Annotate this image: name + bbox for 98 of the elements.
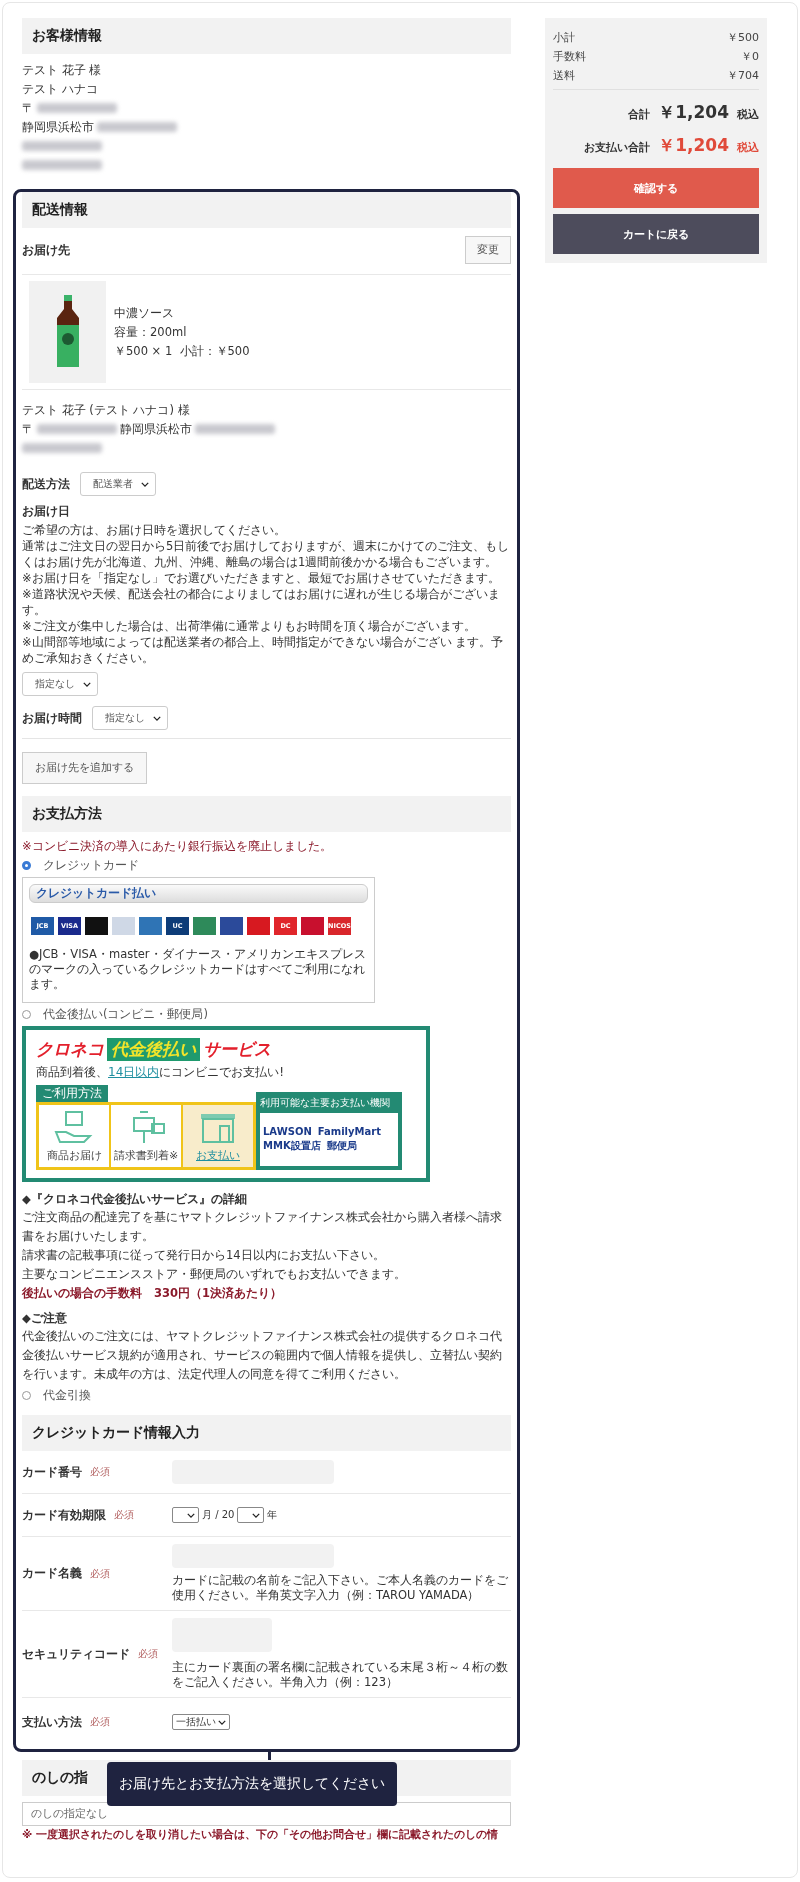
customer-info: テスト 花子 様	[22, 62, 102, 78]
recipient-info: 〒	[22, 421, 34, 437]
tax-label: 税込	[737, 141, 759, 155]
fee-text: 後払いの場合の手数料 330円（1決済あたり）	[22, 1285, 283, 1302]
year-select[interactable]	[237, 1507, 265, 1523]
notice-text: ※コンビニ決済の導入にあたり銀行振込を廃止しました。	[22, 839, 333, 854]
total-label: 合計	[628, 108, 651, 122]
summary-label: 手数料	[553, 49, 586, 65]
customer-info: 〒	[22, 100, 34, 116]
field-label: カード名義	[22, 1566, 82, 1581]
caution-heading: ◆ご注意	[22, 1310, 68, 1327]
delivery-note: ※お届け日を「指定なし」でお選びいただきますと、最短でお届けさせていただきます。	[22, 570, 501, 586]
field-label: 支払い方法	[22, 1714, 82, 1730]
product-price: ￥500 × 1 小計：￥500	[114, 343, 250, 359]
total-amount: ￥1,204	[658, 101, 729, 124]
institution-logo: LAWSON	[263, 1126, 312, 1137]
chevron-icon	[252, 1512, 261, 1518]
banner-brand: クロネコ	[36, 1038, 104, 1061]
radio-button[interactable]	[22, 1010, 31, 1019]
step-label: 商品お届け	[46, 1147, 102, 1163]
required-tag: 必須	[114, 1508, 134, 1522]
delivery-note: 通常はご注文日の翌日から5日前後でお届けしておりますが、週末にかけてのご注文、もしくはお届け先が北海道、九州、沖縄、離島の場合は1週間前後かかる場合もございます。	[22, 538, 511, 570]
field-hint: 主にカード裏面の署名欄に記載されている末尾３桁～４桁の数をご記入ください。半角入力（例：123）	[172, 1660, 509, 1690]
field-label: お届け日	[22, 504, 71, 519]
delivery-note: ※ご注文が集中した場合は、出荷準備に通常よりもお時間を頂く場合がございます。	[22, 618, 477, 634]
confirm-button[interactable]: 確認する	[553, 168, 759, 208]
customer-info: テスト ハナコ	[22, 81, 98, 97]
customer-info: 静岡県浜松市	[22, 119, 94, 135]
recipient-info: 静岡県浜松市	[120, 421, 192, 437]
banner-suffix: サービス	[203, 1038, 271, 1061]
summary-value: ￥704	[727, 68, 759, 84]
banner-service: 代金後払い	[107, 1038, 200, 1061]
change-button[interactable]: 変更	[465, 236, 511, 264]
chevron-icon	[83, 681, 91, 687]
panel-title-bar: クレジットカード払い	[29, 884, 368, 903]
back-to-cart-button[interactable]: カートに戻る	[553, 214, 759, 254]
delivery-note: ※道路状況や天候、配送会社の都合によりましてはお届けに遅れが生じる場合がございます。	[22, 586, 501, 618]
warning-text: ※ 一度選択されたのしを取り消したい場合は、下の「その他お問合せ」欄に記載されたのしの情	[22, 1828, 499, 1842]
step-label: お支払い	[196, 1147, 240, 1163]
installment-select[interactable]: 一括払い	[172, 1714, 230, 1730]
details-text: 請求書の記載事項に従って発行日から14日以内にお支払い下さい。	[22, 1247, 386, 1264]
payment-option-label[interactable]: 代金後払い(コンビニ・郵便局)	[43, 1007, 208, 1022]
details-text: ご注文商品の配達完了を基にヤマトクレジットファイナンス株式会社から購入者様へ請求書をお届けいたします。	[22, 1209, 503, 1245]
total-amount: ￥1,204	[658, 134, 729, 157]
required-tag: 必須	[90, 1715, 110, 1729]
institution-logo: FamilyMart	[317, 1126, 381, 1137]
required-tag: 必須	[90, 1465, 110, 1479]
chevron-icon	[153, 715, 161, 721]
field-label: セキュリティコード	[22, 1646, 130, 1662]
tooltip: お届け先とお支払方法を選択してください	[107, 1762, 397, 1806]
chevron-icon	[141, 481, 149, 487]
required-tag: 必須	[90, 1566, 110, 1581]
field-hint: カードに記載の名前をご記入下さい。ご本人名義のカードをご使用ください。半角英文字入力（例：TAROU YAMADA）	[172, 1573, 509, 1603]
tax-label: 税込	[737, 108, 759, 122]
summary-label: 送料	[553, 68, 575, 84]
product-volume: 容量：200ml	[114, 324, 188, 340]
delivery-note: ご希望の方は、お届け日時を選択してください。	[22, 522, 287, 538]
step-label: 請求書到着※	[113, 1147, 179, 1163]
required-tag: 必須	[138, 1647, 158, 1661]
details-heading: ◆『クロネコ代金後払いサービス』の詳細	[22, 1191, 248, 1208]
section-heading: お客様情報	[22, 18, 511, 54]
radio-button[interactable]	[22, 861, 31, 870]
usage-label: ご利用方法	[36, 1085, 108, 1102]
delivery-date-select[interactable]: 指定なし	[22, 672, 98, 696]
add-destination-button[interactable]: お届け先を追加する	[22, 752, 147, 784]
field-label: お届け時間	[22, 710, 82, 726]
institution-logo: 郵便局	[326, 1139, 357, 1153]
field-label: 配送方法	[22, 476, 70, 492]
delivery-time-select[interactable]: 指定なし	[92, 706, 168, 730]
section-heading: クレジットカード情報入力	[22, 1415, 511, 1451]
institution-logo: MMK設置店	[263, 1139, 321, 1153]
chevron-icon	[187, 1512, 195, 1518]
banner-tagline: 商品到着後、14日以内にコンビニでお支払い!	[36, 1064, 286, 1081]
product-name: 中濃ソース	[114, 305, 175, 321]
details-text: 主要なコンビニエンスストア・郵便局のいずれでもお支払いできます。	[22, 1266, 407, 1283]
summary-value: ￥0	[741, 49, 759, 65]
month-select[interactable]	[172, 1507, 199, 1523]
payment-option-label[interactable]: クレジットカード	[43, 858, 139, 873]
total-label: お支払い合計	[584, 141, 651, 155]
section-heading: 配送情報	[22, 192, 511, 228]
section-heading: お支払方法	[22, 796, 511, 832]
field-label: カード番号	[22, 1464, 82, 1480]
payment-option-label[interactable]: 代金引換	[43, 1388, 91, 1403]
destination-label: お届け先	[22, 241, 70, 259]
year-label: 年	[267, 1508, 278, 1522]
parcel-hand-icon	[54, 1109, 94, 1144]
field-label: カード有効期限	[22, 1507, 106, 1523]
caution-text: 代金後払いのご注文には、ヤマトクレジットファイナンス株式会社の提供するクロネコ代金後払いサービス規約が適用され、サービスの範囲内で個人情報を提供し、立替払い契約を行います。未成年の方は、法定代理人の同意を得てご利用ください。	[22, 1328, 503, 1383]
shipping-method-select[interactable]: 配送業者	[80, 472, 156, 496]
chevron-icon	[218, 1719, 226, 1725]
institutions-title: 利用可能な主要お支払い機関	[260, 1096, 391, 1110]
delivery-note: ※山間部等地域によっては配送業者の都合上、時間指定ができない場合がござい ます。予めご承知おきください。	[22, 634, 505, 666]
recipient-info: テスト 花子 (テスト ハナコ) 様	[22, 402, 190, 418]
summary-label: 小計	[553, 30, 575, 46]
summary-value: ￥500	[727, 30, 759, 46]
card-note: ●JCB・VISA・master・ダイナース・アメリカンエキスプレスのマークの入っているクレジットカードはすべてご利用になれます。	[29, 947, 367, 992]
expiry-separator: 月 / 20	[202, 1508, 235, 1522]
radio-button[interactable]	[22, 1391, 31, 1400]
